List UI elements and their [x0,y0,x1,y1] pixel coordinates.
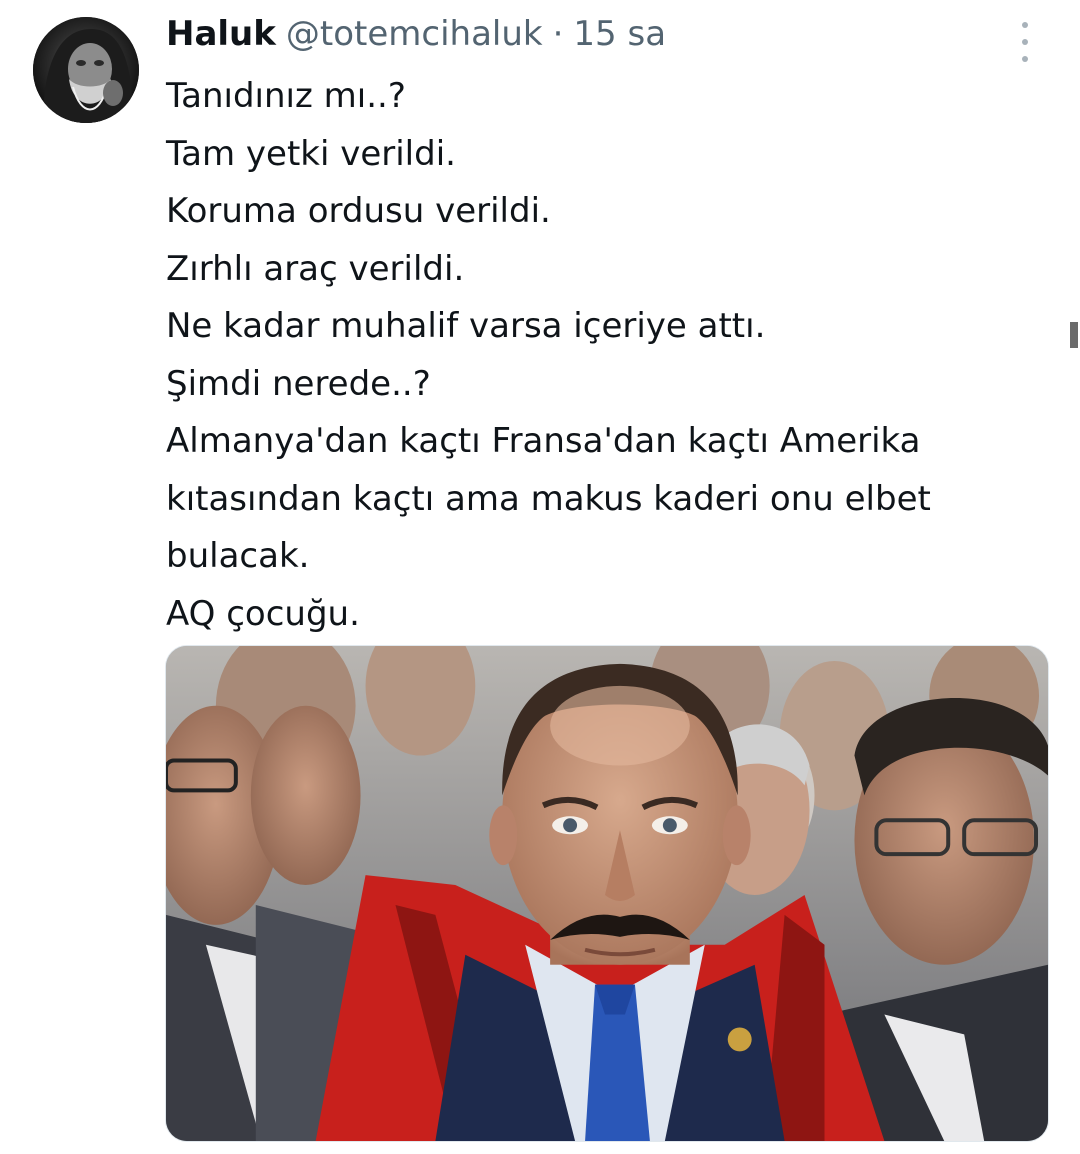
tweet-text-line: bulacak. [166,536,310,576]
header-separator: · [552,14,564,54]
tweet-timestamp[interactable]: 15 sa [573,14,666,54]
author-avatar[interactable] [33,17,139,123]
scrollbar-thumb[interactable] [1070,322,1078,348]
vertical-ellipsis-icon [1022,39,1028,45]
author-display-name[interactable]: Haluk [166,14,276,54]
tweet-text-line: Almanya'dan kaçtı Fransa'dan kaçtı Ameri… [166,421,921,461]
tweet-text-line: AQ çocuğu. [166,593,360,634]
tweet-card[interactable]: Haluk @totemcihaluk · 15 sa Tanıdınız mı… [0,0,1080,1154]
tweet-text-line: kıtasından kaçtı ama makus kaderi onu el… [166,478,931,519]
tweet-photo[interactable] [165,645,1049,1142]
vertical-ellipsis-icon [1022,56,1028,62]
bearded-old-man-avatar-icon [33,17,139,123]
tweet-text-line: Tanıdınız mı..? [166,76,406,116]
tweet-header: Haluk @totemcihaluk · 15 sa [166,14,666,58]
tweet-text: Tanıdınız mı..? Tam yetki verildi. Korum… [166,68,1046,643]
tweet-text-line: Tam yetki verildi. [166,133,456,174]
photo-crowd-in-red-robe [166,646,1048,1141]
tweet-text-line: Şimdi nerede..? [166,363,431,404]
tweet-text-line: Ne kadar muhalif varsa içeriye attı. [166,306,766,346]
vertical-ellipsis-icon [1022,22,1028,28]
more-options-button[interactable] [1018,22,1032,62]
tweet-text-line: Koruma ordusu verildi. [166,191,551,231]
author-handle[interactable]: @totemcihaluk [286,14,543,54]
tweet-text-line: Zırhlı araç verildi. [166,248,465,289]
